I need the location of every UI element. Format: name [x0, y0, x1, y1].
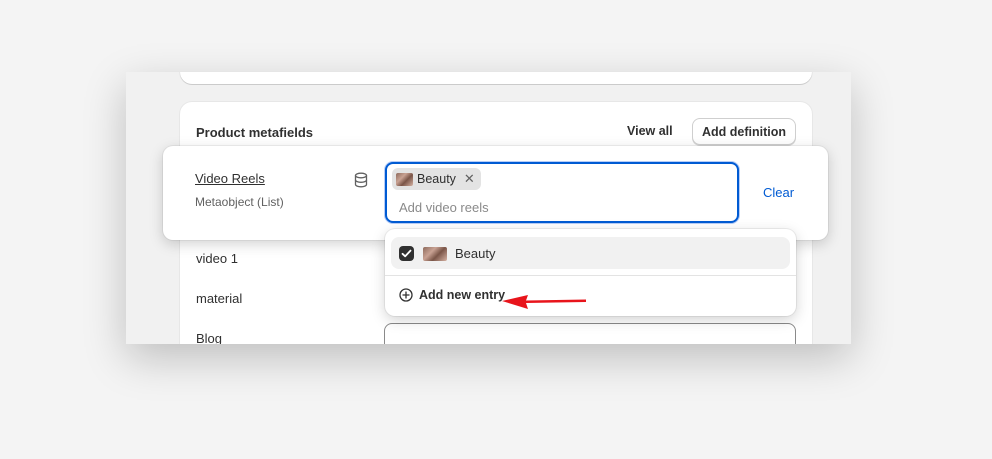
add-new-entry-label: Add new entry	[419, 288, 506, 302]
annotation-arrow-icon	[502, 295, 586, 309]
previous-card	[180, 72, 812, 84]
option-label: Beauty	[455, 246, 496, 261]
field-type-label: Metaobject (List)	[195, 195, 284, 209]
add-new-entry-button[interactable]: Add new entry	[399, 288, 505, 302]
plus-circle-icon	[399, 288, 413, 302]
blog-field[interactable]	[384, 323, 796, 344]
video-reels-row: Video Reels Metaobject (List) Beauty ✕ C…	[163, 146, 828, 240]
database-icon	[354, 172, 368, 188]
checkbox-checked-icon[interactable]	[399, 246, 414, 261]
tag-label: Beauty	[417, 172, 456, 186]
section-title: Product metafields	[196, 125, 314, 140]
video-reels-dropdown: Beauty Add new entry	[385, 229, 796, 316]
metafield-label-video-1: video 1	[196, 251, 238, 266]
clear-button[interactable]: Clear	[763, 185, 794, 200]
remove-tag-icon[interactable]: ✕	[464, 171, 475, 187]
beauty-option-thumbnail	[423, 247, 447, 261]
selected-tag-beauty: Beauty ✕	[392, 168, 481, 190]
video-reels-combobox[interactable]: Beauty ✕	[385, 162, 739, 223]
view-all-link[interactable]: View all	[627, 124, 673, 138]
metafield-label-material: material	[196, 291, 243, 306]
beauty-thumbnail	[396, 172, 413, 186]
metafield-label-blog: Blog	[196, 331, 223, 344]
video-reels-input[interactable]	[399, 200, 719, 215]
video-reels-link[interactable]: Video Reels	[195, 171, 265, 186]
option-beauty[interactable]: Beauty	[391, 237, 790, 269]
dropdown-divider	[385, 275, 796, 276]
add-definition-button[interactable]: Add definition	[692, 118, 796, 145]
